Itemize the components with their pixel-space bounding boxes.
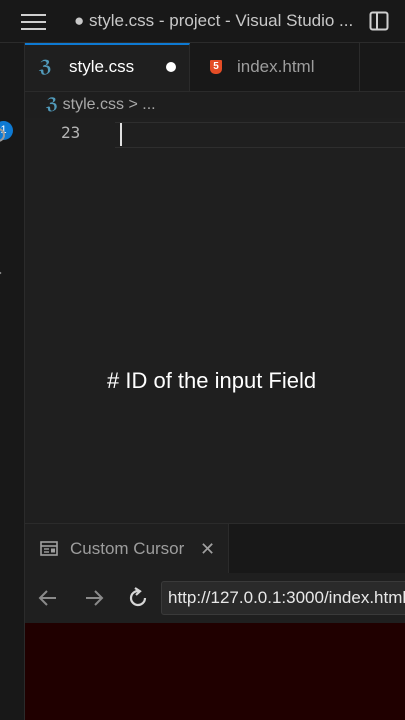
- source-control-icon[interactable]: [0, 195, 8, 211]
- html-file-icon: 5: [210, 60, 222, 74]
- browser-nav-bar: http://127.0.0.1:3000/index.html: [25, 573, 405, 623]
- toggle-sidebar-icon[interactable]: [369, 11, 389, 31]
- code-editor[interactable]: 23 # ID of the input Field: [25, 118, 405, 523]
- tab-label: index.html: [237, 57, 315, 76]
- forward-arrow-icon[interactable]: [81, 585, 107, 611]
- panel-tab-label: Custom Cursor: [70, 539, 185, 558]
- search-icon[interactable]: [0, 127, 8, 143]
- extensions-icon[interactable]: [0, 325, 8, 341]
- browser-preview-icon: [40, 541, 58, 556]
- url-text: http://127.0.0.1:3000/index.html: [168, 588, 405, 607]
- back-arrow-icon[interactable]: [35, 585, 61, 611]
- line-number: 23: [61, 123, 81, 142]
- activity-bar: 1: [0, 43, 25, 720]
- panel-tab-bar: Custom Cursor ✕: [25, 523, 405, 574]
- breadcrumb: ℨ style.css > ...: [46, 94, 156, 114]
- tab-label: style.css: [69, 57, 135, 76]
- unsaved-dot-icon[interactable]: [166, 62, 176, 72]
- css-file-icon: ℨ: [46, 94, 59, 113]
- url-input[interactable]: http://127.0.0.1:3000/index.html: [161, 581, 405, 615]
- browser-viewport[interactable]: [25, 623, 405, 720]
- video-caption: # ID of the input Field: [107, 368, 317, 393]
- close-icon[interactable]: ✕: [200, 524, 215, 574]
- reload-icon[interactable]: [125, 585, 151, 611]
- window-title: ● style.css - project - Visual Studio ..…: [74, 11, 354, 30]
- text-cursor: [120, 123, 122, 146]
- current-line-highlight: [115, 122, 405, 148]
- breadcrumb-more[interactable]: ...: [142, 96, 155, 113]
- menu-icon[interactable]: [21, 14, 46, 30]
- editor-tab-bar: ℨ style.css 5 index.html: [25, 43, 405, 92]
- run-debug-icon[interactable]: [0, 265, 8, 281]
- breadcrumb-separator: >: [128, 96, 138, 113]
- tab-style-css[interactable]: ℨ style.css: [25, 43, 190, 91]
- title-bar: ● style.css - project - Visual Studio ..…: [0, 0, 405, 43]
- tab-index-html[interactable]: 5 index.html: [190, 43, 360, 91]
- breadcrumb-file[interactable]: style.css: [63, 96, 124, 113]
- css-file-icon: ℨ: [39, 57, 52, 77]
- tab-custom-cursor[interactable]: Custom Cursor ✕: [25, 524, 229, 574]
